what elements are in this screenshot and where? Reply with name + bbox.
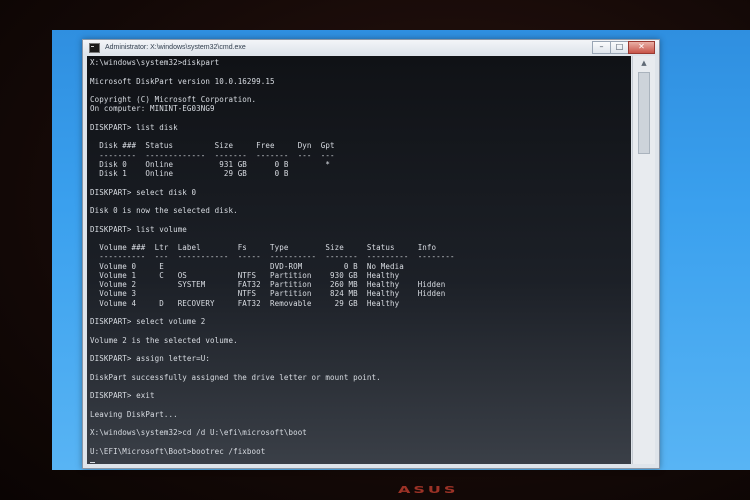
console-line: Copyright (C) Microsoft Corporation. [90,95,257,104]
console-line: Volume 3 NTFS Partition 824 MB Healthy H… [90,289,446,299]
window-title: Administrator: X:\windows\system32\cmd.e… [105,44,246,51]
console-line: Volume 0 E DVD-ROM 0 B No Media [90,261,404,271]
console-line: DISKPART> list disk [90,122,178,132]
scroll-thumb[interactable] [638,72,650,154]
maximize-button[interactable]: □ [610,41,629,54]
console-line: DiskPart successfully assigned the drive… [90,372,381,382]
console-line: Volume 2 is the selected volume. [90,335,238,345]
console-line: U:\EFI\Microsoft\Boot>bootrec /fixboot [90,446,266,456]
close-button[interactable]: ✕ [628,41,655,54]
console-cursor-line [90,456,455,464]
console-line: X:\windows\system32>cd /d U:\efi\microso… [90,428,307,437]
console-line: DISKPART> list volume [90,224,187,234]
monitor: Administrator: X:\windows\system32\cmd.e… [0,0,750,500]
console-line: On computer: MININT-EG03NG9 [90,104,215,114]
cmd-window[interactable]: Administrator: X:\windows\system32\cmd.e… [82,39,660,469]
console-line: DISKPART> select volume 2 [90,317,206,326]
scroll-up-icon[interactable]: ▲ [633,56,655,70]
bezel-logo: ASUS [398,484,459,496]
console-line: Disk ### Status Size Free Dyn Gpt [90,141,335,151]
caption-buttons: – □ ✕ [592,41,655,54]
console-text: X:\windows\system32>diskpart Microsoft Di… [90,58,455,464]
console-line: ---------- --- ----------- ----- -------… [90,252,455,262]
console-line: Volume 4 D RECOVERY FAT32 Removable 29 G… [90,298,400,308]
console-output[interactable]: X:\windows\system32>diskpart Microsoft Di… [87,56,631,464]
window-titlebar[interactable]: Administrator: X:\windows\system32\cmd.e… [83,40,659,55]
minimize-button[interactable]: – [592,41,611,54]
console-line: Disk 1 Online 29 GB 0 B [90,169,289,178]
vertical-scrollbar[interactable]: ▲ [632,56,655,464]
console-line: Leaving DiskPart... [90,409,178,419]
console-line: Volume 1 C OS NTFS Partition 930 GB Heal… [90,270,400,280]
console-line: Disk 0 is now the selected disk. [90,206,238,215]
console-line: Microsoft DiskPart version 10.0.16299.15 [90,76,275,86]
console-line: -------- ------------- ------- ------- -… [90,150,335,160]
console-line: Disk 0 Online 931 GB 0 B * [90,159,330,169]
console-icon[interactable] [89,42,100,53]
console-line: Volume ### Ltr Label Fs Type Size Status… [90,243,437,252]
text-cursor [90,461,95,463]
console-line: X:\windows\system32>diskpart [90,58,220,67]
console-line: DISKPART> exit [90,391,155,400]
console-line: Volume 2 SYSTEM FAT32 Partition 260 MB H… [90,280,446,289]
console-line: DISKPART> select disk 0 [90,187,197,197]
console-line: DISKPART> assign letter=U: [90,354,210,363]
